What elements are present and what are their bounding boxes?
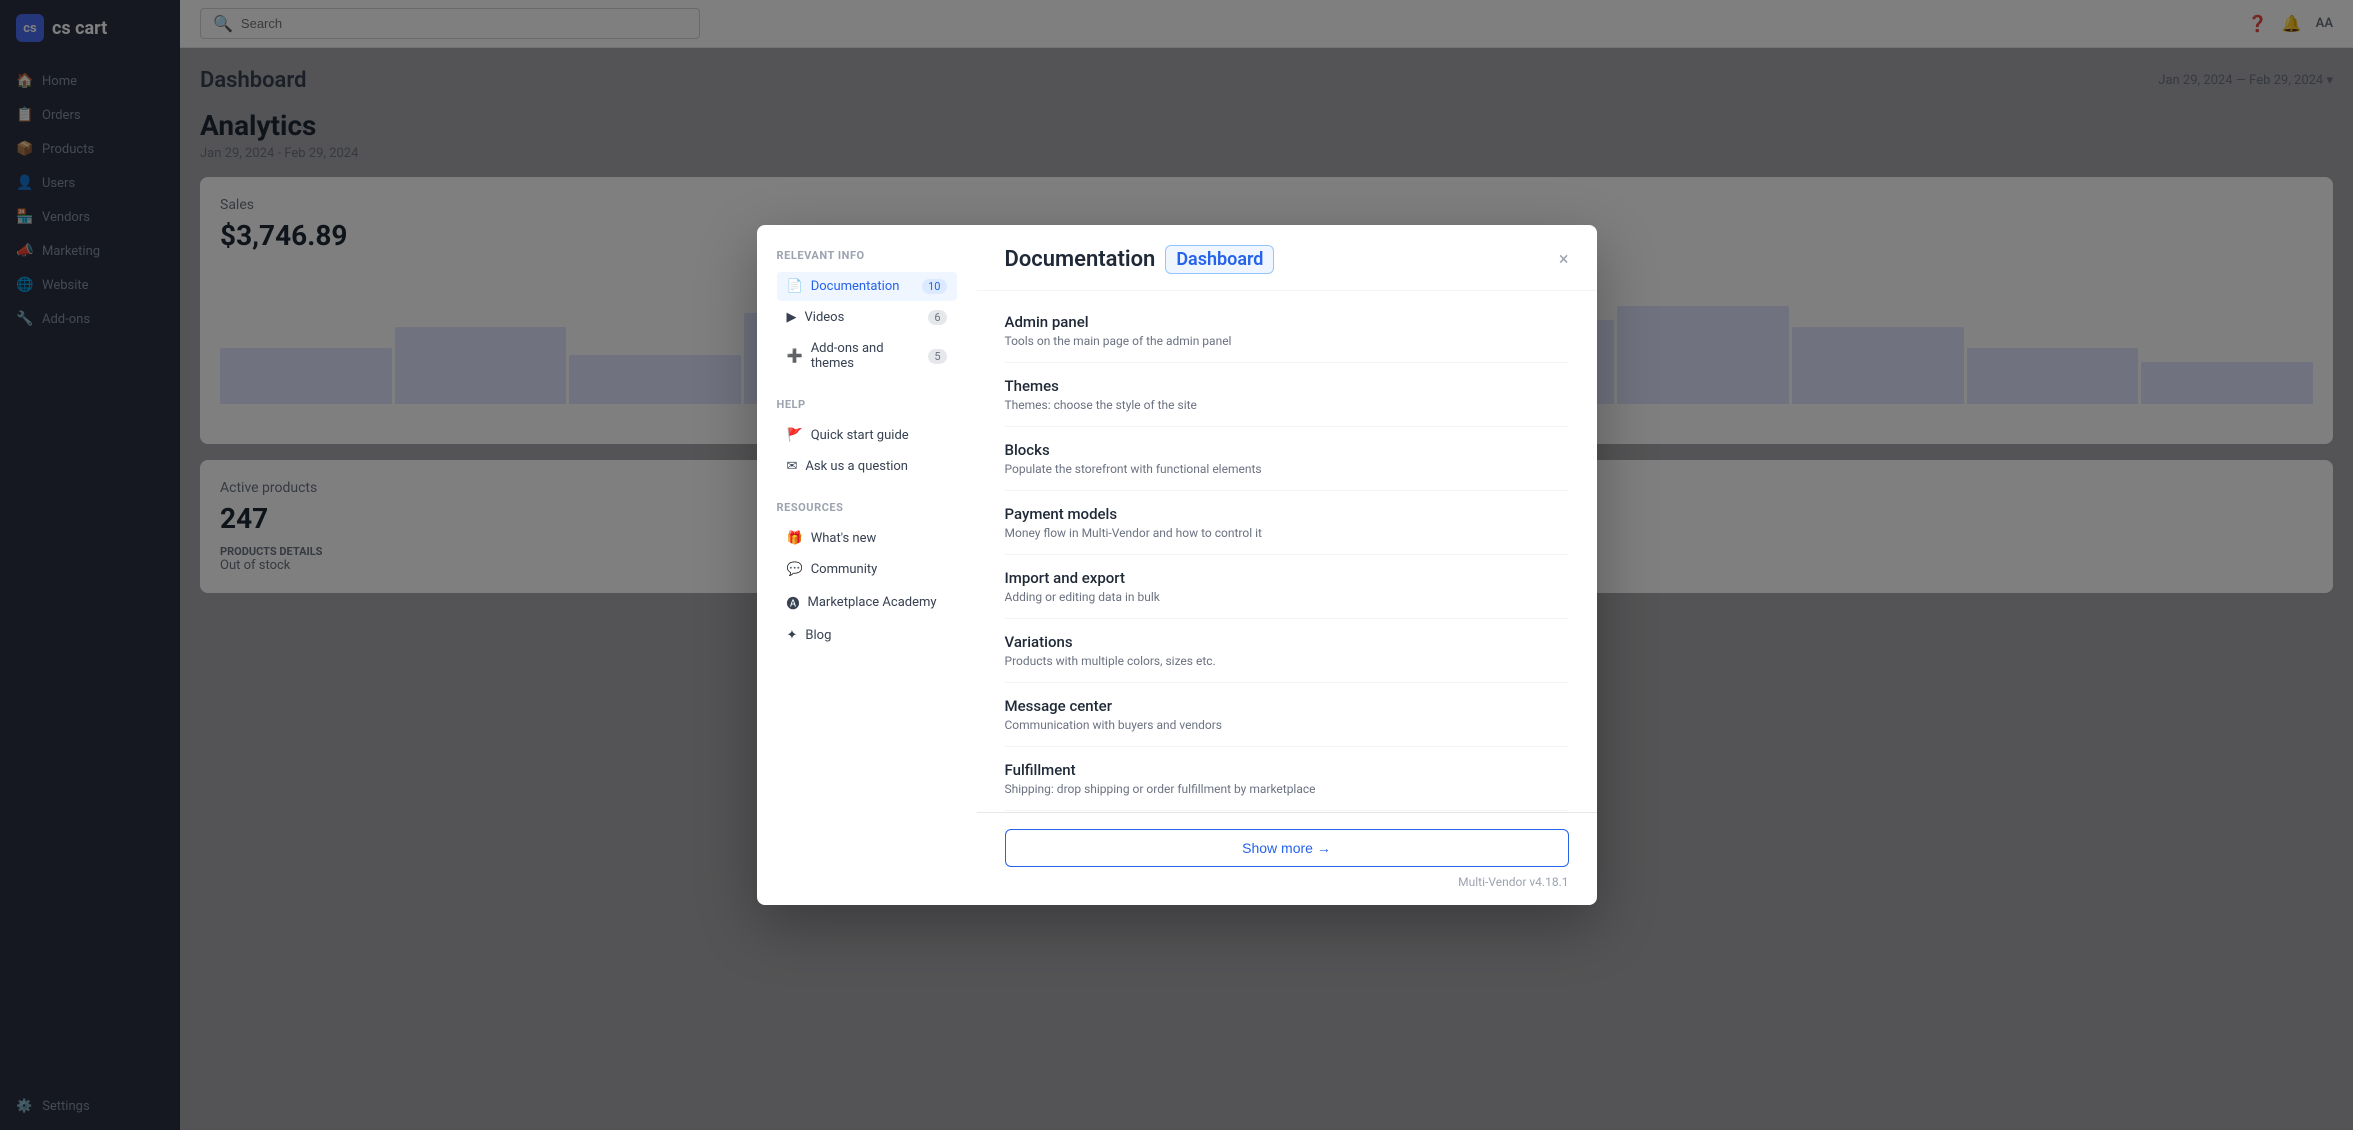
- doc-item-admin-panel[interactable]: Admin panel Tools on the main page of th…: [1005, 299, 1569, 363]
- panel-item-doc-label: Documentation: [811, 279, 900, 294]
- panel-item-quick-start[interactable]: 🚩 Quick start guide: [777, 421, 957, 450]
- docs-body: Admin panel Tools on the main page of th…: [977, 291, 1597, 812]
- panel-item-whats-new[interactable]: 🎁 What's new: [777, 524, 957, 553]
- panel-item-videos[interactable]: ▶ Videos 6: [777, 303, 957, 332]
- video-badge: 6: [928, 310, 946, 325]
- doc-item-desc: Populate the storefront with functional …: [1005, 462, 1569, 476]
- flag-icon: 🚩: [787, 428, 803, 443]
- docs-header: Documentation Dashboard ×: [977, 225, 1597, 291]
- community-icon: 💬: [787, 562, 803, 577]
- addons-themes-icon: ➕: [787, 349, 803, 364]
- panel-item-addons-label: Add-ons and themes: [811, 341, 921, 371]
- doc-item-title: Variations: [1005, 633, 1569, 651]
- panel-item-community-label: Community: [811, 562, 878, 577]
- doc-item-title: Themes: [1005, 377, 1569, 395]
- close-button[interactable]: ×: [1559, 249, 1569, 270]
- doc-item-desc: Shipping: drop shipping or order fulfill…: [1005, 782, 1569, 796]
- docs-version: Multi-Vendor v4.18.1: [1005, 875, 1569, 889]
- docs-footer: Show more → Multi-Vendor v4.18.1: [977, 812, 1597, 905]
- panel-item-quick-start-label: Quick start guide: [811, 428, 909, 443]
- doc-item-desc: Adding or editing data in bulk: [1005, 590, 1569, 604]
- doc-item-desc: Money flow in Multi-Vendor and how to co…: [1005, 526, 1569, 540]
- doc-icon: 📄: [787, 279, 803, 294]
- docs-badge: Dashboard: [1165, 245, 1274, 274]
- modal-overlay[interactable]: RELEVANT INFO 📄 Documentation 10 ▶ Video…: [0, 0, 2353, 1130]
- doc-item-desc: Products with multiple colors, sizes etc…: [1005, 654, 1569, 668]
- modal-container: RELEVANT INFO 📄 Documentation 10 ▶ Video…: [757, 225, 1597, 905]
- relevant-info-title: RELEVANT INFO: [777, 249, 957, 262]
- doc-item-title: Message center: [1005, 697, 1569, 715]
- panel-item-documentation[interactable]: 📄 Documentation 10: [777, 272, 957, 301]
- panel-item-community[interactable]: 💬 Community: [777, 555, 957, 584]
- doc-item-title: Import and export: [1005, 569, 1569, 587]
- doc-item-payment-models[interactable]: Payment models Money flow in Multi-Vendo…: [1005, 491, 1569, 555]
- doc-item-fulfillment[interactable]: Fulfillment Shipping: drop shipping or o…: [1005, 747, 1569, 811]
- doc-badge: 10: [922, 279, 946, 294]
- mail-icon: ✉: [787, 459, 798, 474]
- blog-icon: ✦: [787, 628, 798, 643]
- doc-item-title: Admin panel: [1005, 313, 1569, 331]
- panel-item-academy-label: Marketplace Academy: [808, 595, 937, 610]
- panel-item-ask-question[interactable]: ✉ Ask us a question: [777, 452, 957, 481]
- doc-item-variations[interactable]: Variations Products with multiple colors…: [1005, 619, 1569, 683]
- video-icon: ▶: [787, 310, 797, 325]
- addons-badge: 5: [928, 349, 946, 364]
- doc-item-title: Payment models: [1005, 505, 1569, 523]
- panel-item-video-label: Videos: [805, 310, 845, 325]
- help-title: HELP: [777, 398, 957, 411]
- doc-item-title: Blocks: [1005, 441, 1569, 459]
- panel-item-ask-label: Ask us a question: [805, 459, 908, 474]
- doc-item-message-center[interactable]: Message center Communication with buyers…: [1005, 683, 1569, 747]
- panel-item-addons-themes[interactable]: ➕ Add-ons and themes 5: [777, 334, 957, 378]
- help-panel: RELEVANT INFO 📄 Documentation 10 ▶ Video…: [757, 225, 977, 905]
- doc-item-title: Fulfillment: [1005, 761, 1569, 779]
- panel-item-whats-new-label: What's new: [811, 531, 877, 546]
- panel-item-blog[interactable]: ✦ Blog: [777, 621, 957, 650]
- doc-item-blocks[interactable]: Blocks Populate the storefront with func…: [1005, 427, 1569, 491]
- doc-item-desc: Tools on the main page of the admin pane…: [1005, 334, 1569, 348]
- panel-item-blog-label: Blog: [805, 628, 831, 643]
- gift-icon: 🎁: [787, 531, 803, 546]
- doc-item-themes[interactable]: Themes Themes: choose the style of the s…: [1005, 363, 1569, 427]
- doc-item-import-export[interactable]: Import and export Adding or editing data…: [1005, 555, 1569, 619]
- docs-panel: Documentation Dashboard × Admin panel To…: [977, 225, 1597, 905]
- academy-icon: 🅐: [787, 593, 800, 612]
- resources-title: RESOURCES: [777, 501, 957, 514]
- panel-item-marketplace-academy[interactable]: 🅐 Marketplace Academy: [777, 586, 957, 619]
- doc-item-desc: Communication with buyers and vendors: [1005, 718, 1569, 732]
- docs-title: Documentation: [1005, 247, 1156, 272]
- show-more-button[interactable]: Show more →: [1005, 829, 1569, 867]
- doc-item-desc: Themes: choose the style of the site: [1005, 398, 1569, 412]
